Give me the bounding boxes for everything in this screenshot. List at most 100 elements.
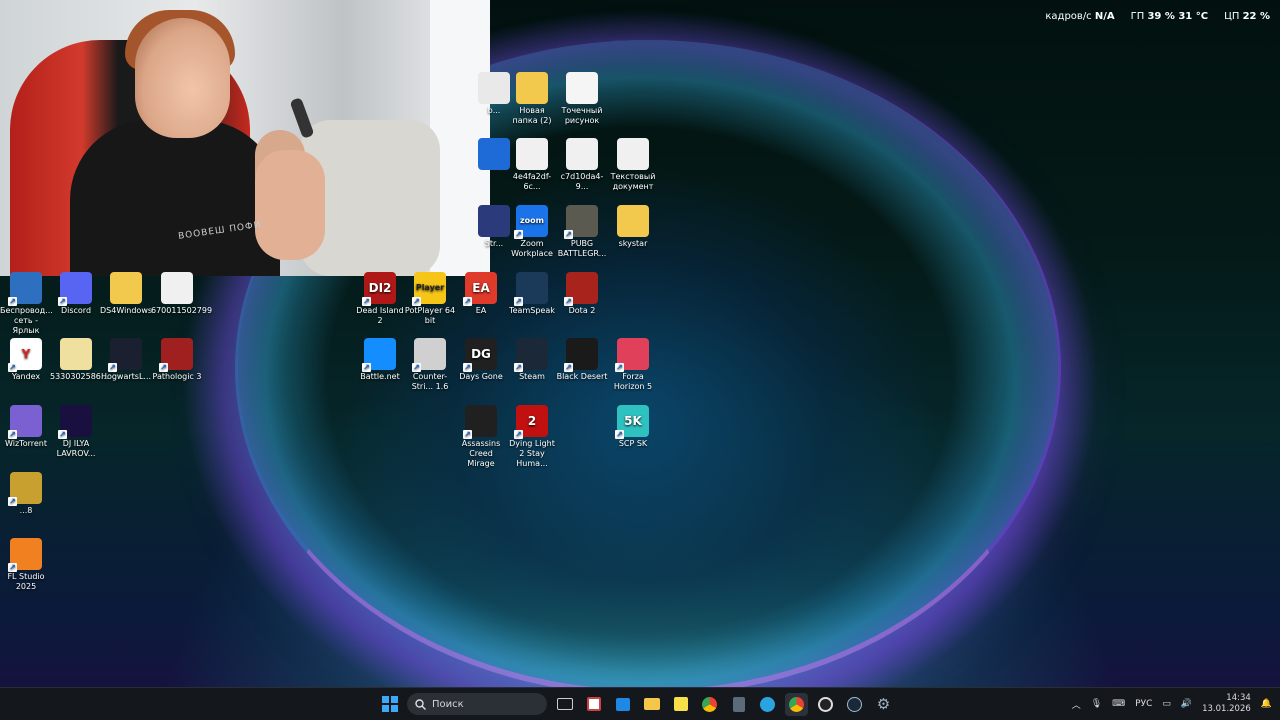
desktop-icon-hogwarts[interactable]: ↗ HogwartsL... (100, 338, 152, 382)
desktop-icon-cs16[interactable]: ↗ Counter-Stri... 1.6 (404, 338, 456, 392)
cpu-value: 22 % (1242, 11, 1270, 22)
file-670-icon (161, 272, 193, 304)
desktop-icon-discord[interactable]: ↗ Discord (50, 272, 102, 316)
file-explorer-button[interactable] (640, 693, 663, 716)
desktop-icon-fl-studio[interactable]: ↗ FL Studio 2025 (0, 538, 52, 592)
desktop-icon-pubg[interactable]: ↗ PUBG BATTLEGR... (556, 205, 608, 259)
settings-button[interactable]: ⚙ (872, 693, 895, 716)
cpu-label: ЦП (1224, 11, 1240, 22)
store-icon (615, 697, 630, 711)
yandex-icon: Y ↗ (8, 338, 42, 372)
desktop-icon-file-c7d1[interactable]: c7d10da4-9... (556, 138, 608, 192)
start-button[interactable] (378, 693, 401, 716)
chevron-up-icon[interactable]: ︿ (1072, 698, 1081, 711)
desktop-icon-zoom[interactable]: zoom ↗ Zoom Workplace (506, 205, 558, 259)
desktop-icon-ds4windows[interactable]: DS4Windows (100, 272, 152, 316)
desktop-icon-label: Dota 2 (568, 306, 596, 315)
task-view-button[interactable] (553, 693, 576, 716)
desktop-icon-text-doc[interactable]: Текстовый документ (607, 138, 659, 192)
desktop-icon-bitmap[interactable]: Точечный рисунок (556, 72, 608, 126)
pathologic-icon: ↗ (159, 338, 193, 372)
desktop-icon-label: PUBG BATTLEGR... (557, 239, 607, 258)
snipping-tool-button[interactable] (582, 693, 605, 716)
desktop-icon-dying-light[interactable]: 2 ↗ Dying Light 2 Stay Huma... (506, 405, 558, 469)
desktop-icon-scp[interactable]: 5K ↗ SCP SK (607, 405, 659, 449)
language-indicator[interactable]: РУС (1135, 699, 1152, 709)
desktop-icon-teamspeak[interactable]: ↗ TeamSpeak (506, 272, 558, 316)
obs-button[interactable] (814, 693, 837, 716)
desktop-icon-black-desert[interactable]: ↗ Black Desert (556, 338, 608, 382)
desktop-icon-ea[interactable]: EA ↗ EA (455, 272, 507, 316)
telegram-button[interactable] (756, 693, 779, 716)
clock[interactable]: 14:34 13.01.2026 (1202, 693, 1251, 715)
desktop-icon-label: PotPlayer 64 bit (404, 306, 456, 325)
desktop-icon-yandex[interactable]: Y ↗ Yandex (0, 338, 52, 382)
calculator-button[interactable] (727, 693, 750, 716)
shortcut-arrow-icon: ↗ (564, 297, 573, 306)
desktop-icon-file-4e4f[interactable]: 4e4fa2df-6c... (506, 138, 558, 192)
desktop-icon-new-folder[interactable]: Новая папка (2) (506, 72, 558, 126)
shortcut-arrow-icon: ↗ (463, 363, 472, 372)
desktop-icon-file-533[interactable]: 5330302586... (50, 338, 109, 382)
search-placeholder: Поиск (432, 698, 464, 710)
desktop-icon-wireless[interactable]: ↗ Беспровод... сеть - Ярлык (0, 272, 53, 336)
desktop-icon-label: Assassins Creed Mirage (461, 439, 501, 468)
steam-icon: ↗ (514, 338, 548, 372)
potplayer-glyph: Player (415, 283, 445, 292)
shortcut-arrow-icon: ↗ (615, 430, 624, 439)
hogwarts-icon: ↗ (108, 338, 142, 372)
zoom-glyph: zoom (520, 216, 544, 225)
desktop-icon-label: Точечный рисунок (561, 106, 603, 125)
bitmap-icon (566, 72, 598, 104)
gpu-value: 39 % 31 °C (1147, 11, 1209, 22)
desktop-icon-skystar[interactable]: skystar (607, 205, 659, 249)
dying-light-icon: 2 ↗ (514, 405, 548, 439)
chrome-button[interactable] (698, 693, 721, 716)
file-c7d1-icon (566, 138, 598, 170)
desktop-icon-file-670[interactable]: 670011502799 (151, 272, 212, 316)
desktop-icon-battlenet[interactable]: ↗ Battle.net (354, 338, 406, 382)
desktop-icon-potplayer[interactable]: Player ↗ PotPlayer 64 bit (404, 272, 456, 326)
webcam-person (70, 120, 280, 276)
microphone-icon[interactable]: 🎙 (1091, 699, 1102, 709)
shortcut-arrow-icon: ↗ (463, 430, 472, 439)
desktop-icon-steam[interactable]: ↗ Steam (506, 338, 558, 382)
desktop-icon-dota2[interactable]: ↗ Dota 2 (556, 272, 608, 316)
desktop-icon-label: skystar (618, 239, 648, 248)
volume-icon[interactable]: 🔊 (1181, 699, 1192, 709)
battlenet-icon: ↗ (362, 338, 396, 372)
shortcut-arrow-icon: ↗ (564, 363, 573, 372)
forza-icon: ↗ (615, 338, 649, 372)
obs-icon (818, 696, 833, 712)
desktop-icon-forza[interactable]: ↗ Forza Horizon 5 (607, 338, 659, 392)
desktop-icon-pathologic[interactable]: ↗ Pathologic 3 (151, 338, 203, 382)
desktop-icon-days-gone[interactable]: DG ↗ Days Gone (455, 338, 507, 382)
shortcut-arrow-icon: ↗ (412, 297, 421, 306)
clock-time: 14:34 (1226, 693, 1251, 703)
desktop-icon-label: DS4Windows (100, 306, 153, 315)
pubg-icon: ↗ (564, 205, 598, 239)
steam-taskbar-button[interactable] (843, 693, 866, 716)
dying-light-glyph: 2 (527, 414, 537, 428)
sticky-notes-button[interactable] (669, 693, 692, 716)
network-icon[interactable]: ▭ (1162, 699, 1171, 709)
store-button[interactable] (611, 693, 634, 716)
desktop-icon-dj-ilya[interactable]: ↗ DJ ILYA LAVROV... (50, 405, 102, 459)
chrome-alt-button[interactable] (785, 692, 808, 716)
clock-date: 13.01.2026 (1202, 704, 1251, 714)
desktop-icon-wiztorrent[interactable]: ↗ WizTorrent (0, 405, 52, 449)
shortcut-arrow-icon: ↗ (564, 230, 573, 239)
desktop-icon-assassins[interactable]: ↗ Assassins Creed Mirage (455, 405, 507, 469)
dj-ilya-icon: ↗ (58, 405, 92, 439)
desktop-icon-partial-8[interactable]: ↗ ...8 (0, 472, 52, 516)
notification-icon[interactable]: 🔔 (1261, 699, 1272, 709)
days-gone-icon: DG ↗ (463, 338, 497, 372)
file-533-icon (60, 338, 92, 370)
keyboard-icon[interactable]: ⌨ (1112, 699, 1125, 709)
search-box[interactable]: Поиск (407, 693, 547, 715)
desktop-icon-label: 5330302586... (50, 372, 109, 381)
chrome-icon (702, 696, 717, 712)
desktop-icon-label: Days Gone (459, 372, 503, 381)
desktop-icon-dead-island[interactable]: DI2 ↗ Dead Island 2 (354, 272, 406, 326)
desktop-icon-label: FL Studio 2025 (7, 572, 45, 591)
